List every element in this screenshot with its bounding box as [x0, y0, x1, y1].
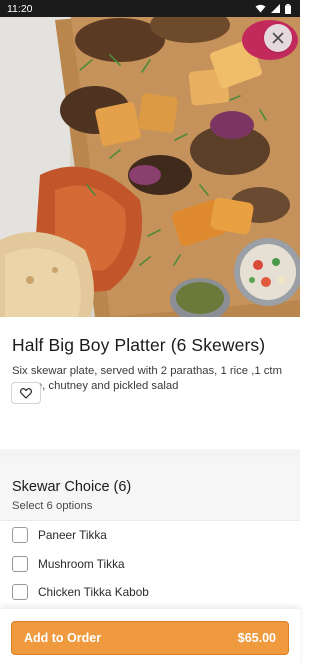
cellular-signal-icon: [271, 4, 280, 13]
close-icon: [272, 32, 284, 44]
option-checkbox[interactable]: [12, 584, 28, 601]
option-chicken-tikka-kabob[interactable]: Chicken Tikka Kabob: [0, 578, 300, 607]
order-price: $65.00: [237, 631, 276, 645]
close-button[interactable]: [264, 24, 292, 52]
platter-photo: [0, 0, 300, 317]
battery-icon: [285, 3, 291, 14]
option-label: Chicken Tikka Kabob: [38, 585, 149, 600]
section-title: Skewar Choice (6): [12, 479, 132, 495]
option-label: Paneer Tikka: [38, 528, 107, 543]
product-info: Half Big Boy Platter (6 Skewers) Six ske…: [0, 317, 300, 404]
status-icons: [255, 3, 291, 14]
section-divider: [0, 449, 300, 457]
product-title: Half Big Boy Platter (6 Skewers): [12, 335, 266, 355]
product-description: Six skewar plate, served with 2 parathas…: [12, 365, 282, 392]
section-subtitle: Select 6 options: [12, 500, 93, 512]
option-label: Mushroom Tikka: [38, 556, 125, 571]
option-checkbox[interactable]: [12, 555, 28, 572]
add-to-order-label: Add to Order: [24, 631, 102, 645]
option-mushroom-tikka[interactable]: Mushroom Tikka: [0, 550, 300, 579]
option-checkbox[interactable]: [12, 527, 28, 544]
hero-food-image: [0, 0, 300, 317]
option-paneer-tikka[interactable]: Paneer Tikka: [0, 521, 300, 550]
skewar-choice-header: Skewar Choice (6) Select 6 options: [0, 457, 300, 521]
favorite-button[interactable]: [11, 382, 41, 404]
option-list: Paneer Tikka Mushroom Tikka Chicken Tikk…: [0, 521, 300, 607]
bottom-action-bar: Add to Order $65.00: [0, 609, 300, 667]
heart-outline-icon: [20, 387, 32, 399]
status-time: 11:20: [7, 2, 33, 15]
status-bar: 11:20: [0, 0, 300, 17]
add-to-order-button[interactable]: Add to Order $65.00: [11, 621, 289, 655]
wifi-icon: [255, 4, 266, 13]
